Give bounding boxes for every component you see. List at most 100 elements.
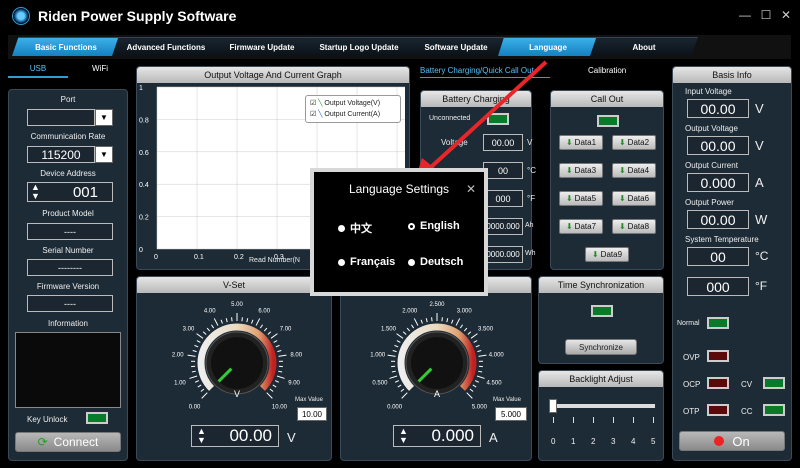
- vset-title: V-Set: [137, 277, 331, 293]
- cc-indicator: [763, 404, 785, 416]
- graph-title: Output Voltage And Current Graph: [137, 67, 409, 83]
- close-icon[interactable]: ✕: [779, 8, 793, 22]
- backlight-slider[interactable]: [549, 399, 557, 413]
- data3-button[interactable]: ⬇ Data3: [559, 163, 603, 178]
- temp-f-value: 000: [687, 277, 749, 296]
- voltage-knob[interactable]: 0.00 1.00 2.00 3.00 4.00 5.00 6.00 7.00 8.00 9.00…: [167, 295, 307, 415]
- i-max-input[interactable]: 5.000: [495, 407, 527, 421]
- synchronize-button[interactable]: Synchronize: [565, 339, 637, 355]
- tab-firmware-update[interactable]: Firmware Update: [212, 37, 312, 56]
- port-select[interactable]: [27, 109, 95, 126]
- download-icon: ⬇: [618, 138, 626, 147]
- rate-label: Communication Rate: [30, 132, 106, 141]
- i-stepper-icon[interactable]: ▲ ▼: [399, 427, 408, 445]
- stepper-arrows-icon[interactable]: ▲ ▼: [31, 183, 40, 201]
- dial-tick-label: 5.000: [472, 404, 488, 410]
- i-max-label: Max Value: [493, 397, 521, 403]
- port-dropdown-icon[interactable]: ▼: [95, 109, 113, 126]
- dial-tick-label: 4.000: [489, 353, 505, 359]
- tab-about[interactable]: About: [590, 37, 698, 56]
- x-tick-label: 0: [154, 254, 158, 261]
- tab-basic-functions[interactable]: Basic Functions: [12, 37, 120, 56]
- basis-info-panel: Basis Info Input Voltage 00.00 V Output …: [672, 66, 792, 461]
- dial-unit-label: V: [234, 389, 240, 399]
- output-voltage-label: Output Voltage: [685, 124, 738, 133]
- output-on-button[interactable]: On: [679, 431, 785, 451]
- model-value: ----: [27, 223, 113, 240]
- dialog-close-icon[interactable]: ✕: [466, 182, 476, 196]
- time-sync-panel: Time Synchronization Synchronize: [538, 276, 664, 364]
- dial-tick-label: 8.00: [290, 353, 302, 359]
- app-title: Riden Power Supply Software: [38, 8, 237, 24]
- ocp-indicator: [707, 377, 729, 389]
- download-icon: ⬇: [565, 222, 573, 231]
- battery-ah-unit: Ah: [525, 222, 534, 229]
- data2-button[interactable]: ⬇ Data2: [612, 135, 656, 150]
- tab-startup-logo-update[interactable]: Startup Logo Update: [304, 37, 414, 56]
- tab-calibration[interactable]: Calibration: [588, 66, 626, 75]
- callout-indicator: [597, 115, 619, 127]
- current-knob[interactable]: 0.000 0.500 1.000 1.500 2.000 2.500 3.000 3.500…: [367, 295, 507, 415]
- dial-tick-label: 0.000: [387, 404, 403, 410]
- legend-current[interactable]: ☑ ╲ Output Current(A): [310, 110, 380, 118]
- tab-wifi[interactable]: WiFi: [70, 64, 130, 78]
- data6-button[interactable]: ⬇ Data6: [612, 191, 656, 206]
- temp-f-unit: °F: [755, 279, 768, 293]
- rate-dropdown-icon[interactable]: ▼: [95, 146, 113, 163]
- dial-tick-label: 9.00: [288, 381, 300, 387]
- battery-wh: 0000.000: [483, 246, 523, 263]
- data5-button[interactable]: ⬇ Data5: [559, 191, 603, 206]
- download-icon: ⬇: [565, 194, 573, 203]
- firmware-value: ----: [27, 295, 113, 312]
- dial-tick-label: 5.00: [231, 302, 243, 308]
- backlight-tick: [553, 417, 554, 423]
- minimize-icon[interactable]: —: [738, 8, 752, 22]
- model-label: Product Model: [42, 209, 94, 218]
- connect-label: Connect: [53, 435, 99, 449]
- download-icon: ⬇: [618, 222, 626, 231]
- connect-button[interactable]: ⟳ Connect: [15, 432, 121, 452]
- connection-panel: Port ▼ Communication Rate 115200 ▼ Devic…: [8, 89, 128, 461]
- v-stepper-icon[interactable]: ▲ ▼: [197, 427, 206, 445]
- dial-tick-label: 2.00: [172, 353, 184, 359]
- maximize-icon[interactable]: ☐: [759, 8, 773, 22]
- radio-icon: [408, 258, 415, 266]
- tab-language[interactable]: Language: [498, 37, 598, 56]
- lang-option-german[interactable]: Deutsch: [408, 256, 463, 268]
- callout-title: Call Out: [551, 91, 663, 107]
- system-temp-unit: °C: [755, 249, 769, 263]
- backlight-panel: Backlight Adjust 0 1 2 3 4 5: [538, 370, 664, 461]
- rate-select[interactable]: 115200: [27, 146, 95, 163]
- lang-option-english[interactable]: English: [408, 220, 460, 232]
- data1-button[interactable]: ⬇ Data1: [559, 135, 603, 150]
- lang-option-chinese[interactable]: 中文: [338, 220, 372, 236]
- data4-button[interactable]: ⬇ Data4: [612, 163, 656, 178]
- backlight-tick: [593, 417, 594, 423]
- data9-button[interactable]: ⬇ Data9: [585, 247, 629, 262]
- download-icon: ⬇: [618, 166, 626, 175]
- callout-panel: Call Out ⬇ Data1 ⬇ Data2 ⬇ Data3 ⬇ Data4 ⬇ Da…: [550, 90, 664, 270]
- dial-tick-label: 4.00: [204, 309, 216, 315]
- graph-legend: ☑ ╲ Output Voltage(V) ☑ ╲ Output Current…: [305, 95, 401, 123]
- refresh-icon: ⟳: [37, 435, 48, 449]
- dial-tick-label: 3.000: [457, 309, 473, 315]
- tab-usb[interactable]: USB: [8, 64, 68, 78]
- dial-tick-label: 3.500: [478, 327, 494, 333]
- dial-tick-label: 2.500: [429, 302, 445, 308]
- tab-software-update[interactable]: Software Update: [406, 37, 506, 56]
- backlight-tick-label: 2: [591, 437, 596, 446]
- dial-tick-label: 0.00: [189, 404, 201, 410]
- legend-voltage[interactable]: ☑ ╲ Output Voltage(V): [310, 99, 380, 107]
- lang-option-french[interactable]: Français: [338, 256, 395, 268]
- key-unlock-indicator: [86, 412, 108, 424]
- data7-button[interactable]: ⬇ Data7: [559, 219, 603, 234]
- v-max-input[interactable]: 10.00: [297, 407, 327, 421]
- information-box: [15, 332, 121, 408]
- v-set-unit: V: [287, 430, 296, 445]
- output-current-label: Output Current: [685, 161, 738, 170]
- output-voltage-unit: V: [755, 138, 764, 153]
- firmware-label: Firmware Version: [36, 282, 100, 291]
- address-label: Device Address: [40, 169, 96, 178]
- data8-button[interactable]: ⬇ Data8: [612, 219, 656, 234]
- tab-advanced-functions[interactable]: Advanced Functions: [112, 37, 220, 56]
